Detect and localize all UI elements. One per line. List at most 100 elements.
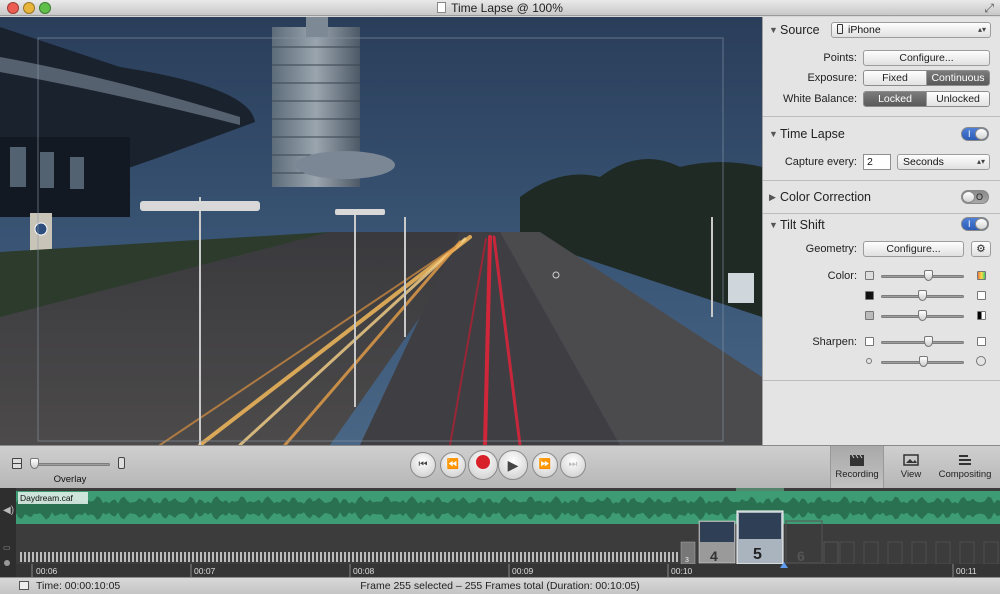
fullscreen-icon[interactable]: ⤢ bbox=[984, 1, 994, 16]
geometry-configure-button[interactable]: Configure... bbox=[863, 241, 964, 257]
frame-tick bbox=[524, 552, 526, 562]
toggle-knob bbox=[975, 218, 988, 230]
frame-tick bbox=[284, 552, 286, 562]
frame-tick bbox=[360, 552, 362, 562]
small-radius-icon bbox=[866, 358, 872, 364]
time-ruler[interactable] bbox=[16, 564, 1000, 577]
updown-arrows-icon: ▴▾ bbox=[977, 25, 986, 34]
tilt-shift-toggle[interactable]: I bbox=[961, 217, 989, 231]
exposure-fixed-segment[interactable]: Fixed bbox=[864, 71, 927, 85]
frame-tick bbox=[496, 552, 498, 562]
overlay-slider[interactable] bbox=[30, 458, 110, 470]
frame-tick bbox=[304, 552, 306, 562]
title-bar: Time Lapse @ 100% ⤢ bbox=[0, 0, 1000, 16]
frame-tick bbox=[560, 552, 562, 562]
slider-thumb[interactable] bbox=[918, 310, 927, 321]
color-saturation-slider[interactable] bbox=[881, 270, 964, 282]
exposure-continuous-segment[interactable]: Continuous bbox=[927, 71, 989, 85]
frame-tick bbox=[260, 552, 262, 562]
toggle-off-mark: O bbox=[975, 192, 983, 202]
sharp-image-icon bbox=[977, 337, 986, 346]
frame-tick bbox=[40, 552, 42, 562]
frame-tick bbox=[20, 552, 22, 562]
capture-interval-field[interactable]: 2 bbox=[863, 154, 891, 170]
frame-tick bbox=[144, 552, 146, 562]
soft-image-icon bbox=[865, 337, 874, 346]
frame-tick bbox=[596, 552, 598, 562]
divider bbox=[763, 116, 1000, 117]
gear-icon[interactable]: ⚙ bbox=[971, 241, 991, 257]
frame-tick bbox=[56, 552, 58, 562]
source-device-select[interactable]: iPhone ▴▾ bbox=[831, 22, 991, 38]
time-lapse-title: Time Lapse bbox=[780, 127, 845, 141]
frame-tick bbox=[576, 552, 578, 562]
slider-thumb[interactable] bbox=[30, 458, 39, 469]
frame-tick bbox=[320, 552, 322, 562]
go-to-end-button[interactable]: ⏭ bbox=[560, 452, 586, 478]
frame-tick bbox=[444, 552, 446, 562]
frame-tick bbox=[464, 552, 466, 562]
timeline[interactable]: ◀) ▭ Daydream.caf 3 4 5 6 00:06 00:07 00… bbox=[0, 488, 1000, 577]
slider-thumb[interactable] bbox=[924, 270, 933, 281]
mode-compositing-button[interactable]: Compositing bbox=[936, 446, 994, 489]
exposure-label: Exposure: bbox=[807, 72, 857, 84]
mode-recording-button[interactable]: Recording bbox=[830, 446, 884, 489]
divider bbox=[763, 180, 1000, 181]
slider-thumb[interactable] bbox=[919, 356, 928, 367]
frame-tick bbox=[612, 552, 614, 562]
frame-tick bbox=[288, 552, 290, 562]
disclosure-open-icon[interactable]: ▼ bbox=[769, 129, 778, 139]
frame-tick bbox=[504, 552, 506, 562]
frame-tick bbox=[380, 552, 382, 562]
sharpen-radius-slider[interactable] bbox=[881, 356, 964, 368]
full-color-icon bbox=[977, 271, 986, 280]
frame-tick bbox=[336, 552, 338, 562]
sharpen-amount-slider[interactable] bbox=[881, 336, 964, 348]
color-correction-toggle[interactable]: O bbox=[961, 190, 989, 204]
frame-tick bbox=[216, 552, 218, 562]
frame-tick bbox=[556, 552, 558, 562]
record-icon bbox=[476, 455, 490, 469]
frame-tick bbox=[636, 552, 638, 562]
frame-tick bbox=[112, 552, 114, 562]
slider-thumb[interactable] bbox=[924, 336, 933, 347]
frame-tick bbox=[428, 552, 430, 562]
frame-tick bbox=[276, 552, 278, 562]
frame-tick bbox=[564, 552, 566, 562]
layers-icon bbox=[959, 455, 971, 465]
frame-tick bbox=[592, 552, 594, 562]
go-to-start-button[interactable]: ⏮ bbox=[410, 452, 436, 478]
frame-tick bbox=[468, 552, 470, 562]
mode-view-button[interactable]: View bbox=[884, 446, 938, 489]
video-preview[interactable] bbox=[0, 17, 762, 445]
frame-tick bbox=[116, 552, 118, 562]
frame-tick bbox=[108, 552, 110, 562]
frame-tick bbox=[136, 552, 138, 562]
capture-unit-select[interactable]: Seconds ▴▾ bbox=[897, 154, 990, 170]
frame-tick bbox=[32, 552, 34, 562]
color-brightness-slider[interactable] bbox=[881, 290, 964, 302]
frame-tick bbox=[208, 552, 210, 562]
frame-tick bbox=[204, 552, 206, 562]
frame-tick bbox=[236, 552, 238, 562]
color-contrast-slider[interactable] bbox=[881, 310, 964, 322]
slider-thumb[interactable] bbox=[918, 290, 927, 301]
record-button[interactable] bbox=[468, 450, 498, 480]
frame-preview-4 bbox=[700, 522, 734, 542]
disclosure-open-icon[interactable]: ▼ bbox=[769, 25, 778, 35]
step-backward-button[interactable]: ⏪ bbox=[440, 452, 466, 478]
step-forward-button[interactable]: ⏩ bbox=[532, 452, 558, 478]
frame-tick bbox=[248, 552, 250, 562]
disclosure-closed-icon[interactable]: ▶ bbox=[769, 192, 776, 203]
white-balance-locked-segment[interactable]: Locked bbox=[864, 92, 927, 106]
frame-tick bbox=[544, 552, 546, 562]
points-configure-button[interactable]: Configure... bbox=[863, 50, 990, 66]
clapperboard-icon bbox=[850, 454, 864, 466]
frame-tick bbox=[432, 552, 434, 562]
white-balance-unlocked-segment[interactable]: Unlocked bbox=[927, 92, 989, 106]
phone-icon bbox=[118, 457, 125, 469]
play-button[interactable]: ▶ bbox=[498, 450, 528, 480]
audio-clip-name: Daydream.caf bbox=[20, 493, 74, 503]
time-lapse-toggle[interactable]: I bbox=[961, 127, 989, 141]
disclosure-open-icon[interactable]: ▼ bbox=[769, 220, 778, 230]
